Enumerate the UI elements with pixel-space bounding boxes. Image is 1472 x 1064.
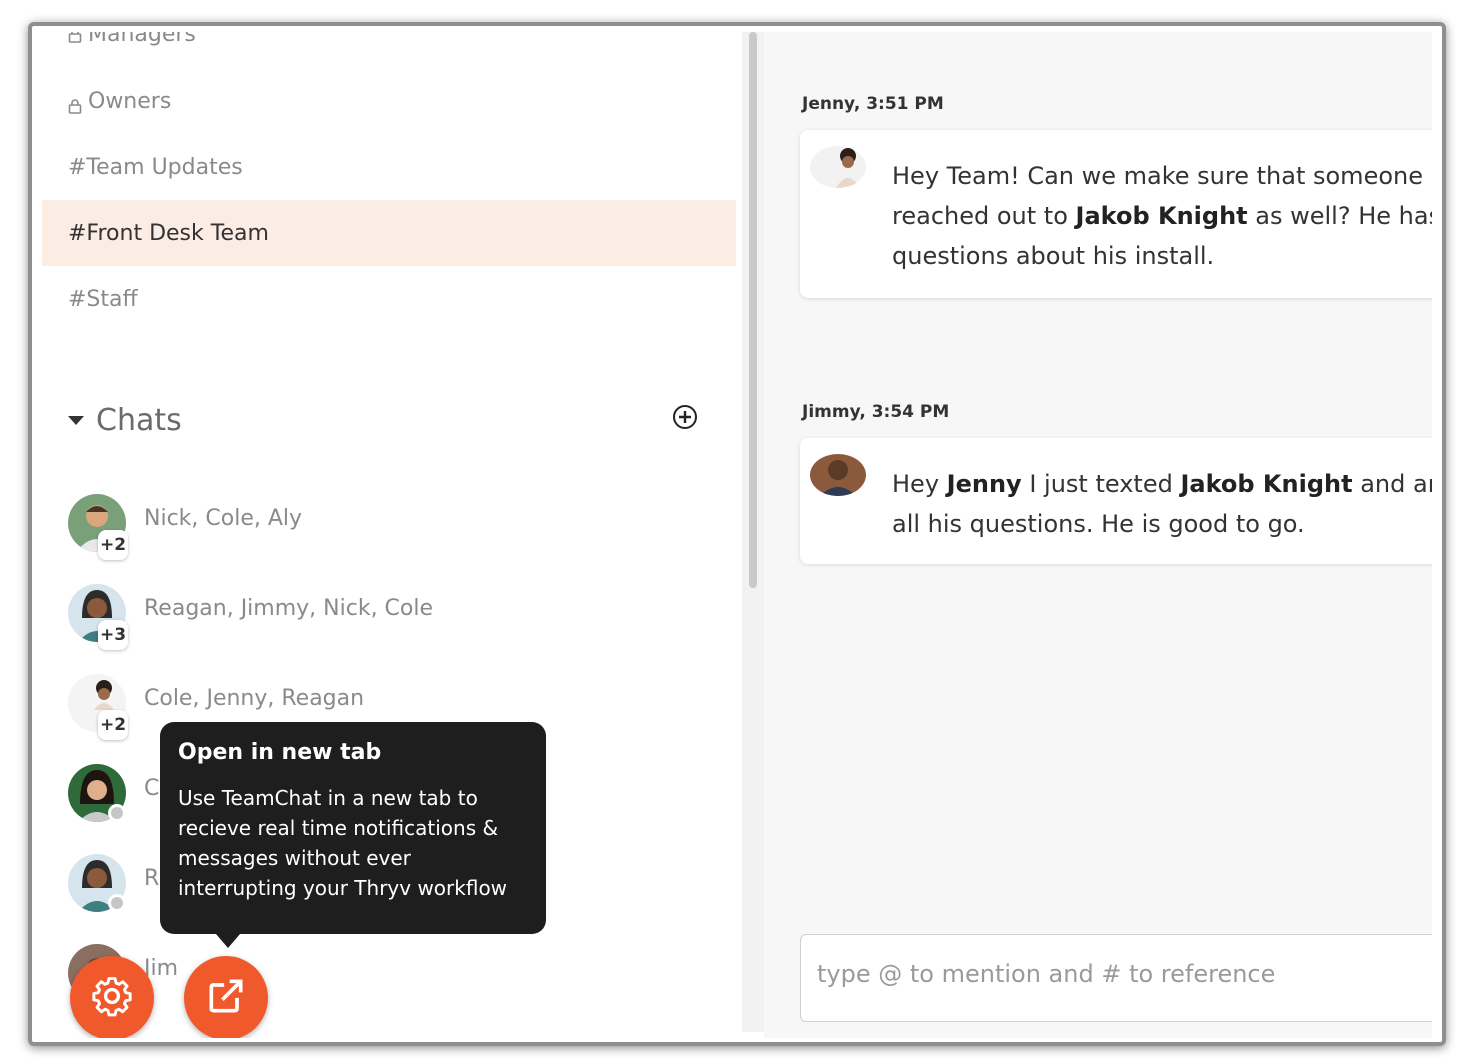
- open-new-tab-button[interactable]: [184, 956, 268, 1038]
- chat-name: C: [144, 776, 160, 801]
- gear-icon: [90, 974, 134, 1022]
- conversation-pane: Jenny, 3:51 PM Hey Team! Can we make sur…: [764, 32, 1432, 1038]
- lock-icon: [68, 95, 82, 114]
- message-input[interactable]: [815, 959, 1419, 989]
- chat-name: Nick, Cole, Aly: [144, 506, 303, 531]
- avatar: [810, 454, 866, 496]
- scrollbar-thumb[interactable]: [749, 32, 757, 588]
- sidebar-scrollbar[interactable]: [742, 32, 764, 1032]
- message-text: Hey Jenny I just texted Jakob Knight and…: [892, 470, 1432, 538]
- tooltip-title: Open in new tab: [178, 740, 382, 765]
- sidebar: Managers Owners #Team Updates #Front Des…: [42, 32, 742, 1038]
- sidebar-item-label: Owners: [88, 88, 172, 114]
- sidebar-item-team-updates[interactable]: #Team Updates: [42, 134, 736, 200]
- participant-count-badge: +2: [98, 710, 128, 740]
- avatar: [810, 146, 866, 188]
- app-content: Managers Owners #Team Updates #Front Des…: [42, 32, 1432, 1038]
- settings-button[interactable]: [70, 956, 154, 1038]
- add-chat-icon[interactable]: [672, 404, 698, 430]
- chat-item-jim[interactable]: Jim: [68, 944, 728, 1014]
- chat-name: Jim: [144, 956, 179, 981]
- message-text: Hey Team! Can we make sure that someone …: [892, 162, 1432, 270]
- caret-down-icon[interactable]: [68, 415, 84, 425]
- sidebar-item-owners[interactable]: Owners: [42, 68, 736, 134]
- tooltip-body: Use TeamChat in a new tab to recieve rea…: [178, 786, 508, 900]
- chats-header: Chats: [68, 400, 718, 440]
- chat-item-nick-cole-aly[interactable]: +2 Nick, Cole, Aly: [68, 494, 728, 564]
- sidebar-item-staff[interactable]: #Staff: [42, 266, 736, 332]
- sidebar-item-label: #Staff: [68, 286, 138, 312]
- mention: Jenny: [946, 470, 1022, 498]
- message-meta: Jimmy, 3:54 PM: [802, 402, 950, 422]
- open-in-new-tab-tooltip: Open in new tab Use TeamChat in a new ta…: [160, 722, 546, 948]
- mention: Jakob Knight: [1180, 470, 1353, 498]
- message-composer: [800, 934, 1432, 1022]
- status-indicator: [108, 804, 126, 822]
- participant-count-badge: +3: [98, 620, 128, 650]
- chat-name: R: [144, 866, 160, 891]
- message-bubble: Hey Jenny I just texted Jakob Knight and…: [800, 438, 1432, 564]
- message-meta: Jenny, 3:51 PM: [802, 94, 944, 114]
- sidebar-item-label: #Team Updates: [68, 154, 243, 180]
- chat-name: Cole, Jenny, Reagan: [144, 686, 365, 711]
- sidebar-item-managers[interactable]: Managers: [68, 32, 196, 47]
- chats-title: Chats: [96, 402, 182, 438]
- external-link-icon: [204, 974, 248, 1022]
- sidebar-item-label: #Front Desk Team: [68, 220, 269, 246]
- chat-name: Reagan, Jimmy, Nick, Cole: [144, 596, 434, 621]
- app-window: Managers Owners #Team Updates #Front Des…: [28, 22, 1446, 1046]
- sidebar-item-front-desk-team[interactable]: #Front Desk Team: [42, 200, 736, 266]
- sidebar-item-label: Managers: [88, 32, 196, 47]
- message-bubble: Hey Team! Can we make sure that someone …: [800, 130, 1432, 298]
- status-indicator: [108, 894, 126, 912]
- mention: Jakob Knight: [1075, 202, 1248, 230]
- chat-item-reagan-jimmy-nick-cole[interactable]: +3 Reagan, Jimmy, Nick, Cole: [68, 584, 728, 654]
- lock-icon: [68, 32, 82, 43]
- participant-count-badge: +2: [98, 530, 128, 560]
